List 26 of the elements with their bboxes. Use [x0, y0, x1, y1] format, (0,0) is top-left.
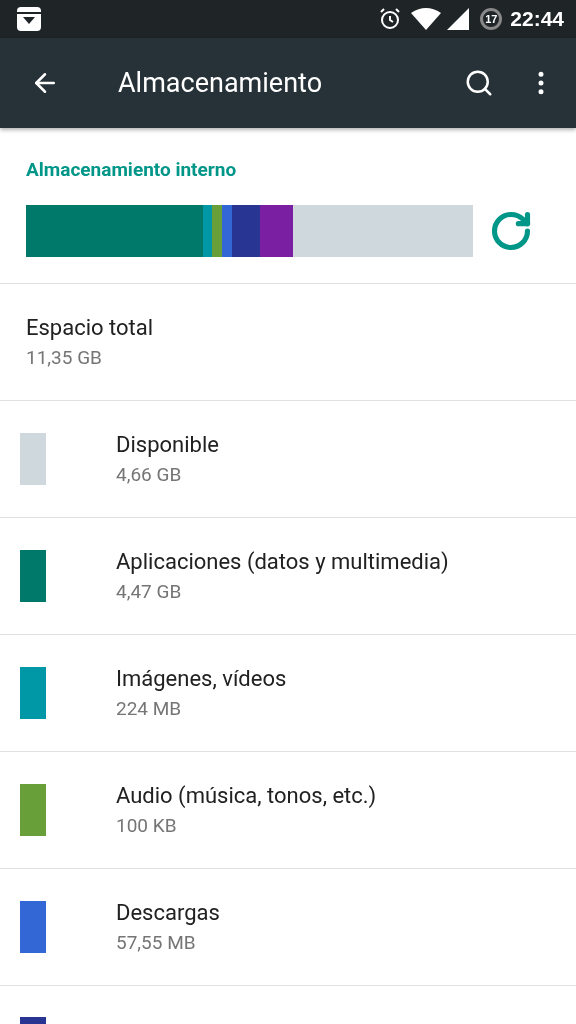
- storage-category-item[interactable]: Imágenes, vídeos 224 MB: [0, 635, 576, 752]
- storage-category-item[interactable]: Aplicaciones (datos y multimedia) 4,47 GB: [0, 518, 576, 635]
- category-size: 4,66 GB: [116, 463, 183, 486]
- category-title: Audio (música, tonos, etc.): [116, 783, 377, 808]
- category-title: Aplicaciones (datos y multimedia): [116, 549, 449, 574]
- refresh-icon[interactable]: [489, 209, 533, 253]
- category-size: 57,55 MB: [116, 931, 197, 954]
- category-size: 224 MB: [116, 697, 183, 720]
- clock-time: 22:44: [510, 7, 564, 31]
- category-title: Disponible: [116, 432, 219, 457]
- signal-icon: [446, 7, 471, 31]
- wifi-icon: [410, 7, 443, 31]
- category-size: 100 KB: [116, 814, 178, 837]
- storage-category-item[interactable]: Disponible 4,66 GB: [0, 401, 576, 518]
- category-size: 4,47 GB: [116, 580, 183, 603]
- category-title: Imágenes, vídeos: [116, 666, 287, 691]
- section-header: Almacenamiento interno: [25, 157, 238, 183]
- storage-category-item[interactable]: Descargas 57,55 MB: [0, 869, 576, 986]
- storage-category-item[interactable]: Audio (música, tonos, etc.) 100 KB: [0, 752, 576, 869]
- download-notification-icon: [16, 6, 42, 32]
- category-title: Descargas: [116, 900, 220, 925]
- total-space-title: Espacio total: [26, 315, 154, 340]
- search-icon[interactable]: [464, 68, 494, 98]
- notification-count-badge: 17: [480, 8, 503, 30]
- screen-title: Almacenamiento: [118, 67, 324, 99]
- total-space-value: 11,35 GB: [26, 346, 103, 369]
